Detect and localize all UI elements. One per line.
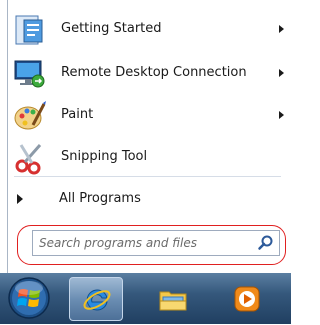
all-programs-button[interactable]: All Programs	[9, 185, 290, 211]
menu-item-label: Remote Desktop Connection	[61, 65, 247, 80]
submenu-arrow-icon	[279, 25, 284, 33]
expand-arrow-icon	[17, 194, 23, 204]
media-player-button[interactable]	[220, 277, 274, 321]
windows-explorer-button[interactable]	[146, 277, 200, 321]
remote-desktop-icon	[13, 57, 47, 91]
snipping-tool-icon	[13, 141, 47, 175]
taskbar	[0, 273, 291, 324]
menu-item-label: Getting Started	[61, 21, 162, 36]
paint-icon	[13, 99, 47, 133]
menu-item-label: Snipping Tool	[61, 149, 148, 164]
menu-item-paint[interactable]: Paint	[9, 96, 290, 136]
menu-item-snipping-tool[interactable]: Snipping Tool	[9, 138, 290, 178]
internet-explorer-button[interactable]	[69, 277, 123, 321]
submenu-arrow-icon	[279, 69, 284, 77]
screenshot-frame: Getting Started Remote Desktop Connectio…	[0, 0, 291, 324]
internet-explorer-icon	[82, 285, 112, 319]
windows-explorer-icon	[158, 284, 188, 318]
search-box[interactable]	[32, 230, 280, 256]
search-icon[interactable]	[257, 234, 275, 252]
menu-item-remote-desktop[interactable]: Remote Desktop Connection	[9, 54, 290, 94]
menu-item-label: Paint	[61, 107, 94, 122]
menu-divider	[14, 176, 281, 177]
getting-started-icon	[13, 13, 47, 47]
media-player-icon	[232, 284, 262, 318]
menu-item-getting-started[interactable]: Getting Started	[9, 10, 290, 50]
start-orb-icon[interactable]	[6, 275, 52, 321]
search-input[interactable]	[39, 234, 249, 252]
submenu-arrow-icon	[279, 111, 284, 119]
all-programs-label: All Programs	[59, 191, 141, 206]
start-menu: Getting Started Remote Desktop Connectio…	[7, 0, 291, 273]
